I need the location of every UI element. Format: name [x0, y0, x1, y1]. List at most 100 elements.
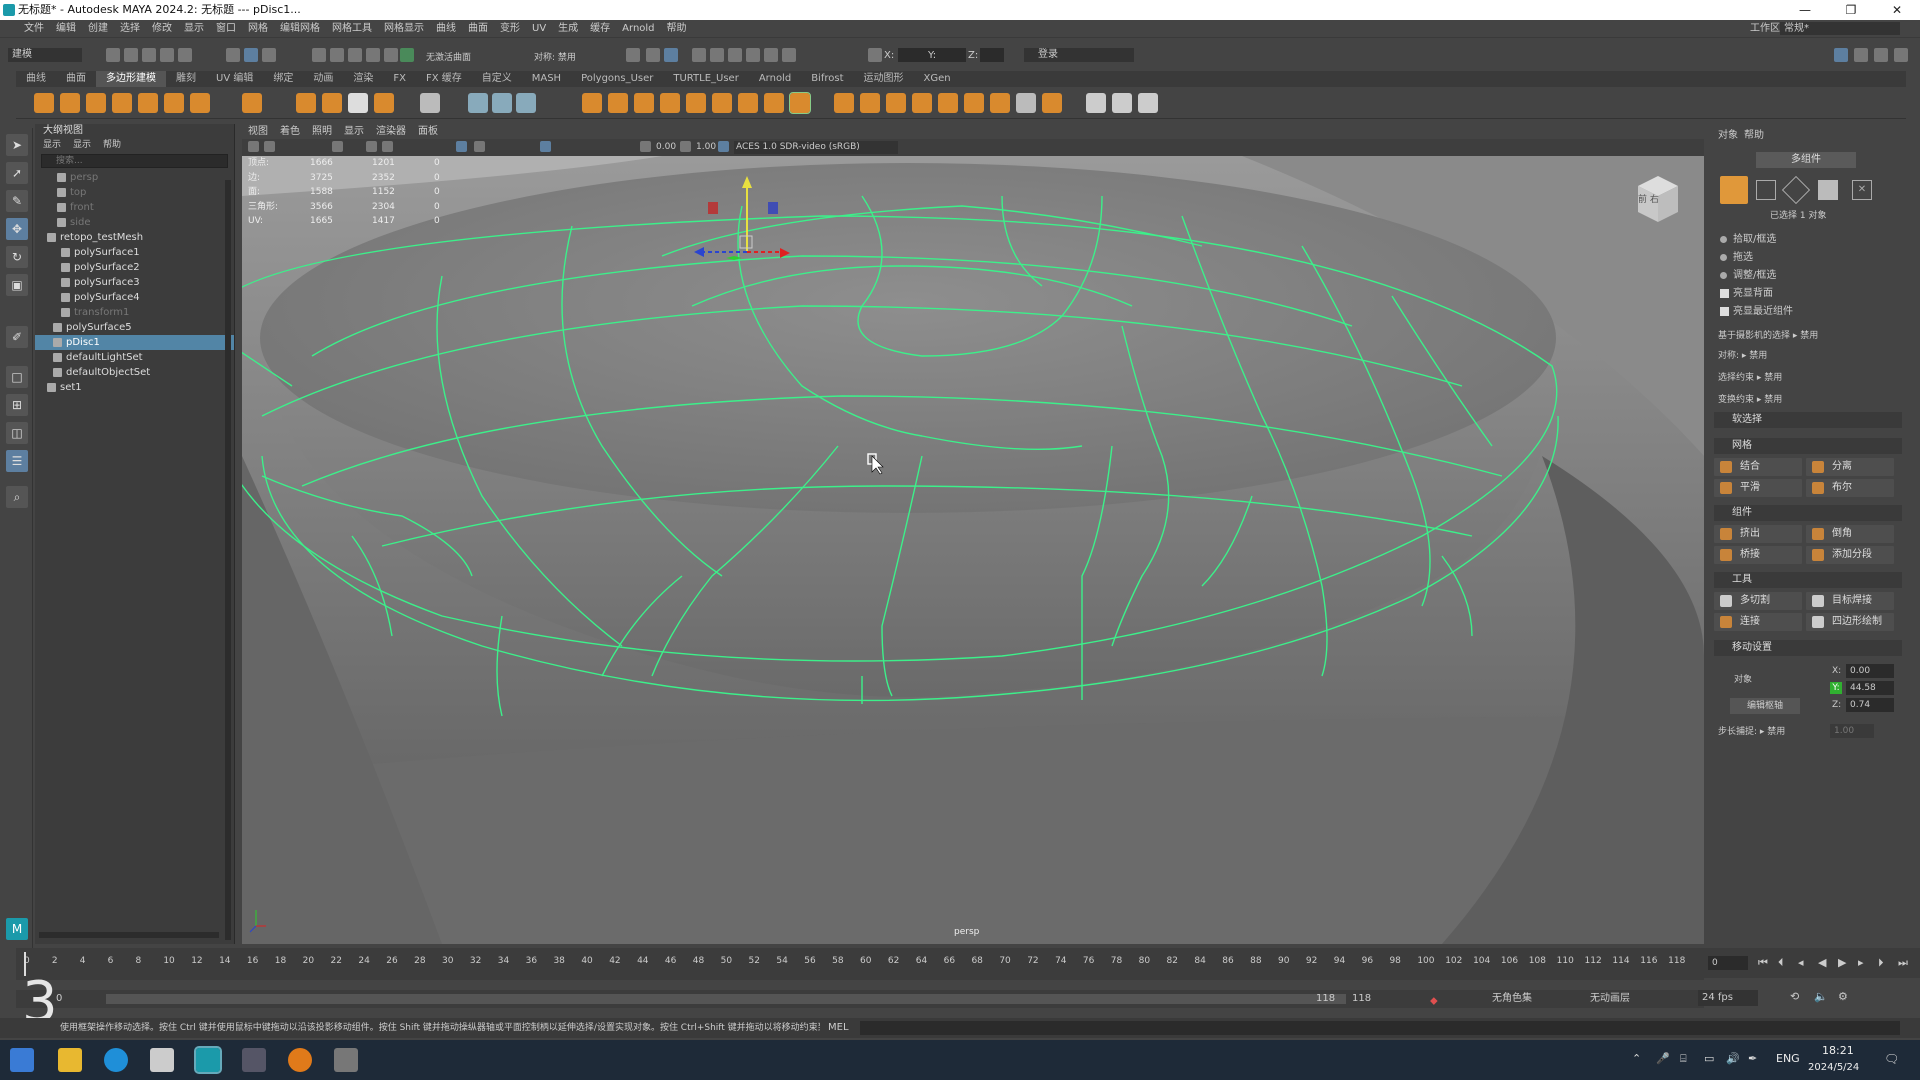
- clock-date[interactable]: 2024/5/24: [1808, 1062, 1859, 1073]
- menu-item[interactable]: 变形: [494, 20, 526, 37]
- separate-button[interactable]: 分离: [1806, 458, 1894, 476]
- outliner-hscrollbar[interactable]: [39, 932, 219, 938]
- shelf-tab[interactable]: UV 编辑: [206, 71, 263, 87]
- go-to-end-icon[interactable]: ⏭: [1898, 956, 1908, 970]
- outliner-menu-item[interactable]: 帮助: [103, 140, 121, 150]
- step-forward-key-icon[interactable]: ⏵: [1878, 956, 1884, 970]
- range-bar[interactable]: [106, 994, 1346, 1004]
- channel-box-icon[interactable]: [1894, 48, 1908, 62]
- outliner-item[interactable]: front: [35, 200, 234, 215]
- step-back-key-icon[interactable]: ⏴: [1778, 956, 1784, 970]
- menu-item[interactable]: 缓存: [584, 20, 616, 37]
- shelf-tab[interactable]: MASH: [522, 71, 571, 87]
- outliner-item[interactable]: polySurface5: [35, 320, 234, 335]
- outliner-item[interactable]: top: [35, 185, 234, 200]
- separate-icon[interactable]: [608, 93, 628, 113]
- shelf-tab[interactable]: 雕刻: [166, 71, 206, 87]
- menu-item[interactable]: 编辑网格: [274, 20, 326, 37]
- extract-icon[interactable]: [712, 93, 732, 113]
- render-frame-icon[interactable]: [646, 48, 660, 62]
- tool-settings-icon[interactable]: [1874, 48, 1888, 62]
- rp-tab[interactable]: 帮助: [1744, 126, 1764, 141]
- sound-icon[interactable]: 🔈: [1814, 990, 1828, 1003]
- edge-loop-icon[interactable]: [1112, 93, 1132, 113]
- play-forward-icon[interactable]: ▶: [1838, 956, 1846, 969]
- modeling-toolkit-icon[interactable]: [1834, 48, 1848, 62]
- pick-option[interactable]: 拾取/框选: [1720, 230, 1776, 245]
- poly-torus-icon[interactable]: [138, 93, 158, 113]
- move-y-field[interactable]: 44.58: [1846, 681, 1894, 695]
- viewport-menu-item[interactable]: 照明: [312, 126, 332, 137]
- bevel-icon[interactable]: [860, 93, 880, 113]
- network-icon[interactable]: ⌸: [1680, 1052, 1687, 1066]
- smooth-icon[interactable]: [634, 93, 654, 113]
- close-button[interactable]: ✕: [1874, 0, 1920, 20]
- save-scene-icon[interactable]: [142, 48, 156, 62]
- menu-item[interactable]: 网格: [242, 20, 274, 37]
- menu-item[interactable]: Arnold: [616, 20, 660, 37]
- four-pane-icon[interactable]: ⊞: [6, 394, 28, 416]
- render-settings-icon[interactable]: [692, 48, 706, 62]
- multicut-icon[interactable]: [1086, 93, 1106, 113]
- viewport-menu-item[interactable]: 面板: [418, 126, 438, 137]
- superellipse-icon[interactable]: [296, 93, 316, 113]
- play-back-icon[interactable]: ◀: [1818, 956, 1826, 969]
- single-pane-icon[interactable]: □: [6, 366, 28, 388]
- xray-icon[interactable]: [474, 141, 485, 152]
- gamma-icon[interactable]: [680, 141, 691, 152]
- object-mode-icon[interactable]: [1720, 176, 1748, 204]
- menu-item[interactable]: 曲面: [462, 20, 494, 37]
- move-tool-icon[interactable]: ✥: [6, 218, 28, 240]
- menu-set-dropdown[interactable]: 建模: [8, 48, 82, 62]
- redo-icon[interactable]: [178, 48, 192, 62]
- uv-mode-icon[interactable]: ✕: [1852, 180, 1872, 200]
- move-z-field[interactable]: 0.74: [1846, 698, 1894, 712]
- menu-item[interactable]: 编辑: [50, 20, 82, 37]
- pause-icon[interactable]: [782, 48, 796, 62]
- helix-icon[interactable]: [322, 93, 342, 113]
- menu-item[interactable]: 帮助: [661, 20, 693, 37]
- wireframe-on-shaded-icon[interactable]: [456, 141, 467, 152]
- select-component-icon[interactable]: [262, 48, 276, 62]
- transform-constraint[interactable]: 变换约束 ▸ 禁用: [1718, 392, 1782, 405]
- z-field[interactable]: [980, 48, 1004, 62]
- add-divisions-button[interactable]: 添加分段: [1806, 546, 1894, 564]
- loop-icon[interactable]: ⟲: [1790, 990, 1799, 1003]
- quad-draw-button[interactable]: 四边形绘制: [1806, 613, 1894, 631]
- camera-attr-icon[interactable]: [264, 141, 275, 152]
- edge-mode-icon[interactable]: [1781, 175, 1811, 205]
- hypershade-icon[interactable]: [710, 48, 724, 62]
- face-mode-icon[interactable]: [1818, 180, 1838, 200]
- step-back-icon[interactable]: ◂: [1798, 956, 1804, 969]
- last-tool-icon[interactable]: ✐: [6, 326, 28, 348]
- collapse-icon[interactable]: [990, 93, 1010, 113]
- menu-item[interactable]: 窗口: [210, 20, 242, 37]
- soft-select-section[interactable]: 软选择: [1714, 412, 1902, 428]
- merge-icon[interactable]: [964, 93, 984, 113]
- transfer-attrs-icon[interactable]: [468, 93, 488, 113]
- outliner-menu-item[interactable]: 显示: [43, 140, 61, 150]
- poly-type-icon[interactable]: [348, 93, 368, 113]
- poly-cylinder-icon[interactable]: [86, 93, 106, 113]
- step-snap-field[interactable]: 1.00: [1830, 724, 1874, 738]
- boolean-icon[interactable]: [660, 93, 680, 113]
- viewport-3d[interactable]: 前 右 persp: [242, 156, 1704, 944]
- login-dropdown[interactable]: 登录: [1024, 48, 1134, 62]
- outliner-item[interactable]: pDisc1: [35, 335, 234, 350]
- live-surface-icon[interactable]: [400, 48, 414, 62]
- tools-section[interactable]: 工具: [1714, 572, 1902, 588]
- boolean-button[interactable]: 布尔: [1806, 479, 1894, 497]
- viewport-menu-item[interactable]: 显示: [344, 126, 364, 137]
- outliner-pane-icon[interactable]: ☰: [6, 450, 28, 472]
- shelf-tab[interactable]: XGen: [914, 71, 961, 87]
- move-x-field[interactable]: 0.00: [1846, 664, 1894, 678]
- backface-checkbox[interactable]: 亮显背面: [1720, 284, 1773, 299]
- go-to-start-icon[interactable]: ⏮: [1758, 956, 1768, 970]
- video-app-icon[interactable]: [242, 1048, 266, 1072]
- tray-chevron-icon[interactable]: ⌃: [1632, 1052, 1641, 1065]
- character-set-dropdown[interactable]: 无角色集: [1492, 990, 1532, 1008]
- shelf-tab[interactable]: Arnold: [749, 71, 801, 87]
- reduce-icon[interactable]: [764, 93, 784, 113]
- shelf-tab[interactable]: 渲染: [343, 71, 383, 87]
- rp-tab[interactable]: 对象: [1718, 126, 1738, 141]
